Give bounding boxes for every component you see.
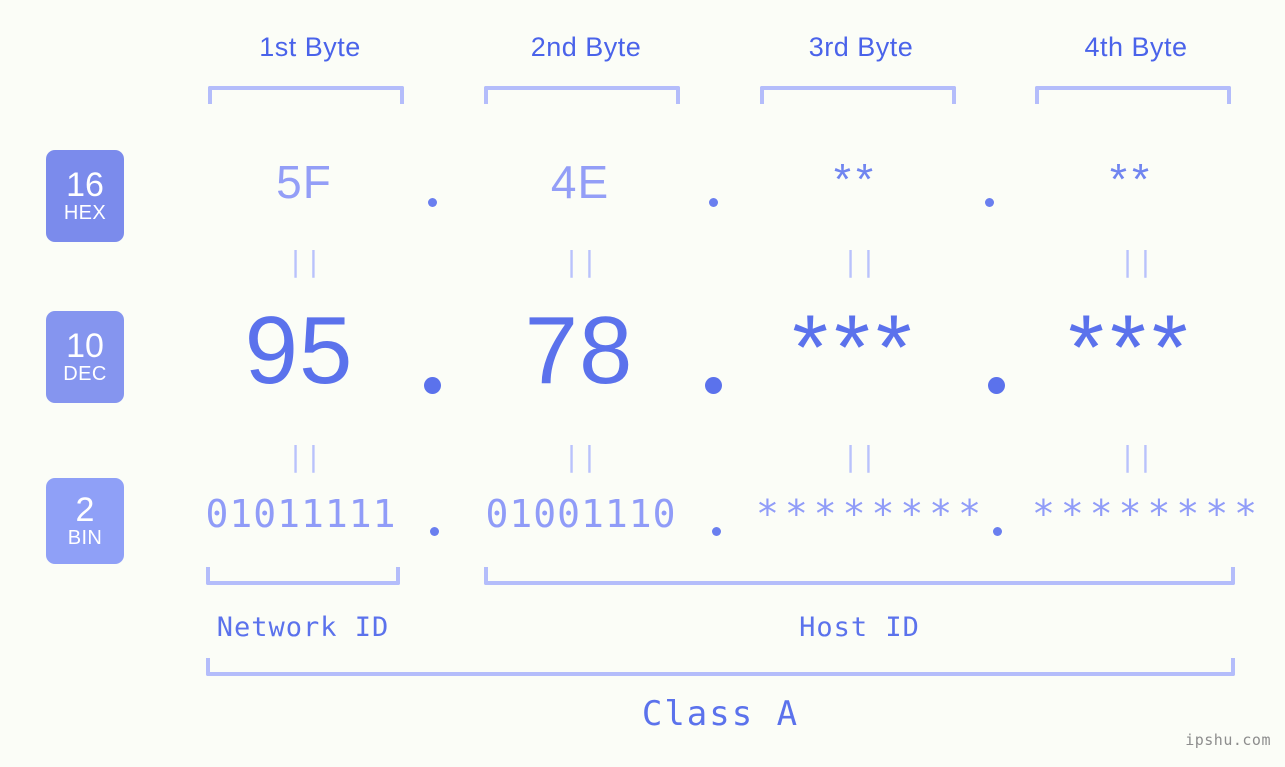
equals-mark-hex-dec-3: ||: [842, 245, 878, 278]
hex-byte-2: 4E: [550, 156, 610, 208]
equals-mark-dec-bin-1: ||: [287, 440, 323, 473]
host-id-bracket: [484, 567, 1235, 585]
bin-separator-dot-3: [993, 527, 1002, 536]
dec-separator-dot-2: [705, 377, 722, 394]
network-id-label: Network ID: [216, 612, 390, 643]
base-badge-dec: 10 DEC: [46, 311, 124, 403]
byte-header-4: 4th Byte: [1084, 32, 1188, 62]
hex-separator-dot-3: [985, 198, 994, 207]
site-watermark: ipshu.com: [1185, 731, 1271, 749]
byte-header-2: 2nd Byte: [530, 32, 642, 62]
dec-separator-dot-1: [424, 377, 441, 394]
bin-separator-dot-2: [712, 527, 721, 536]
equals-mark-hex-dec-4: ||: [1119, 245, 1155, 278]
base-badge-dec-number: 10: [66, 327, 104, 365]
bin-byte-1: 01011111: [205, 492, 397, 536]
hex-byte-4: **: [1109, 155, 1155, 204]
byte-bracket-3: [760, 86, 956, 104]
hex-byte-3: **: [833, 155, 879, 204]
base-badge-hex: 16 HEX: [46, 150, 124, 242]
base-badge-bin: 2 BIN: [46, 478, 124, 564]
hex-byte-1: 5F: [276, 156, 332, 208]
bin-byte-4: ********: [1032, 492, 1264, 536]
equals-mark-dec-bin-4: ||: [1119, 440, 1155, 473]
byte-header-1: 1st Byte: [259, 32, 361, 62]
equals-mark-dec-bin-3: ||: [842, 440, 878, 473]
base-badge-hex-number: 16: [66, 166, 104, 204]
byte-header-3: 3rd Byte: [808, 32, 914, 62]
dec-byte-3: ***: [792, 297, 918, 399]
bin-separator-dot-1: [430, 527, 439, 536]
equals-mark-hex-dec-1: ||: [287, 245, 323, 278]
byte-bracket-2: [484, 86, 680, 104]
base-badge-bin-number: 2: [75, 491, 95, 529]
byte-bracket-1: [208, 86, 404, 104]
bin-byte-3: ********: [756, 492, 988, 536]
dec-byte-1: 95: [244, 297, 354, 404]
network-id-bracket: [206, 567, 400, 585]
bin-byte-2: 01001110: [485, 492, 677, 536]
class-label: Class A: [641, 694, 800, 734]
class-bracket: [206, 658, 1235, 676]
equals-mark-hex-dec-2: ||: [563, 245, 599, 278]
dec-separator-dot-3: [988, 377, 1005, 394]
dec-byte-2: 78: [524, 297, 634, 404]
base-badge-dec-abbr: DEC: [63, 363, 107, 385]
host-id-label: Host ID: [799, 612, 920, 643]
hex-separator-dot-2: [709, 198, 718, 207]
base-badge-bin-abbr: BIN: [67, 527, 103, 549]
equals-mark-dec-bin-2: ||: [563, 440, 599, 473]
dec-byte-4: ***: [1068, 297, 1194, 399]
hex-separator-dot-1: [428, 198, 437, 207]
byte-bracket-4: [1035, 86, 1231, 104]
base-badge-hex-abbr: HEX: [63, 202, 107, 224]
